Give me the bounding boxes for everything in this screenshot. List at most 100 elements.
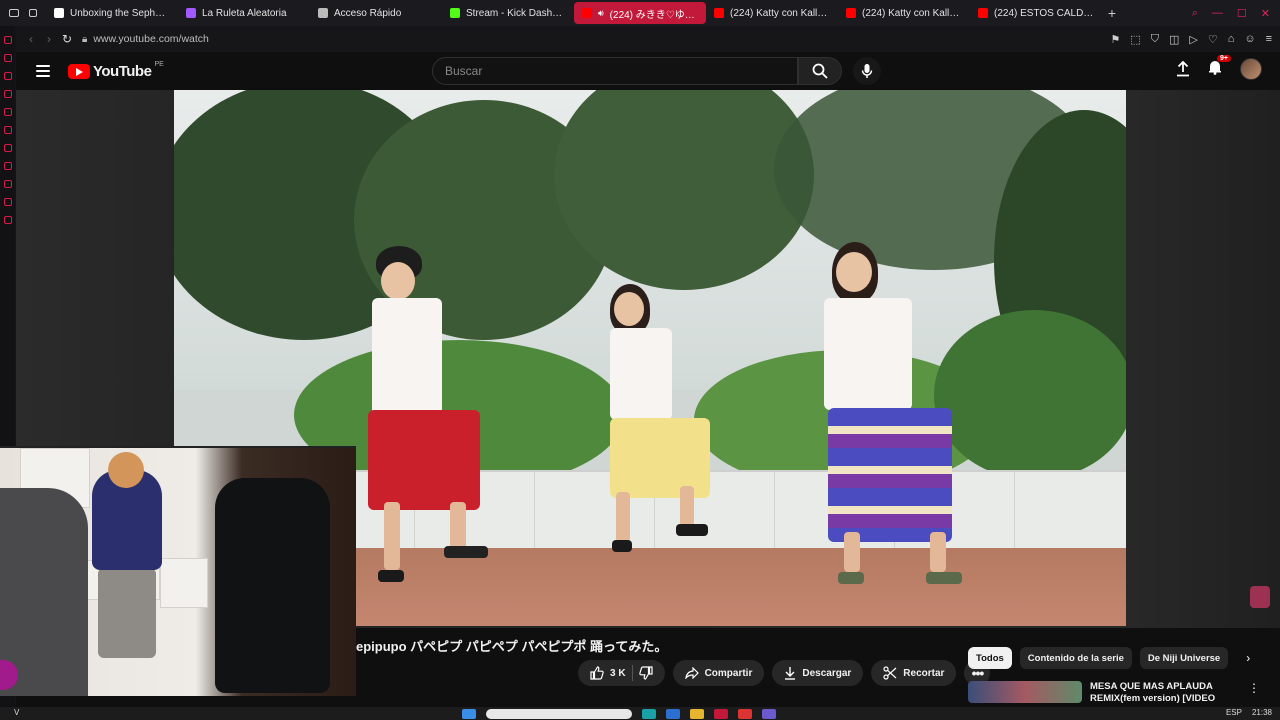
minimize-icon[interactable]: — — [1212, 7, 1223, 20]
new-tab-button[interactable]: + — [1102, 5, 1122, 21]
sidebar-toggle-icon[interactable] — [9, 9, 19, 17]
taskbar-app-icon[interactable] — [666, 708, 680, 719]
taskbar-app-icon[interactable] — [690, 708, 704, 719]
tab-list-icon[interactable] — [29, 9, 37, 17]
browser-tab[interactable]: (224) Katty con Kalle - Yo — [706, 2, 838, 24]
sidebar-app-icon[interactable] — [4, 90, 12, 98]
download-button[interactable]: Descargar — [772, 660, 864, 686]
grid-icon — [318, 8, 328, 18]
chip-channel[interactable]: De Niji Universe — [1139, 647, 1229, 669]
sidebar-app-icon[interactable] — [4, 126, 12, 134]
chip-all[interactable]: Todos — [968, 647, 1012, 669]
account-icon[interactable]: ☺ — [1244, 33, 1255, 46]
browser-tab-label: Stream - Kick Dashboard — [466, 7, 566, 19]
share-label: Compartir — [704, 667, 753, 679]
youtube-icon — [714, 8, 724, 18]
lock-outline-icon[interactable]: ⌂ — [1228, 33, 1235, 46]
window-controls: ⌕ — ☐ ✕ — [1192, 7, 1280, 20]
taskbar-left-label[interactable]: V — [14, 708, 19, 717]
search-input[interactable]: Buscar — [432, 57, 798, 85]
sidebar-app-icon[interactable] — [4, 198, 12, 206]
thumbs-down-icon[interactable] — [638, 666, 653, 680]
browser-tab[interactable]: (224) Katty con Kalle - Yo — [838, 2, 970, 24]
chip-series-content[interactable]: Contenido de la serie — [1019, 647, 1132, 669]
avatar[interactable] — [1240, 58, 1262, 80]
sidebar-app-icon[interactable] — [4, 36, 12, 44]
video-actions: 3 K Compartir Descargar Recortar ••• — [578, 660, 991, 686]
clock[interactable]: 21:38 — [1252, 708, 1272, 717]
upload-icon[interactable] — [1176, 61, 1190, 77]
like-dislike-group: 3 K — [578, 660, 665, 686]
voice-search-button[interactable] — [853, 57, 881, 85]
header-actions: 9+ — [1176, 54, 1262, 80]
share-icon — [684, 667, 699, 679]
taskbar-app-icon[interactable] — [738, 708, 752, 719]
search-button[interactable] — [798, 57, 842, 85]
taskbar-search[interactable] — [486, 708, 632, 719]
notifications-button[interactable]: 9+ — [1208, 54, 1231, 80]
search-icon — [812, 63, 828, 79]
address-bar-actions: ⚑ ⬚ ⛉ ◫ ▷ ♡ ⌂ ☺ ≡ — [1110, 33, 1280, 46]
youtube-icon — [978, 8, 988, 18]
sidebar-app-icon[interactable] — [4, 54, 12, 62]
thumbs-up-icon[interactable] — [590, 666, 604, 680]
more-vertical-icon[interactable]: ⋮ — [1248, 681, 1260, 703]
sidebar-app-icon[interactable] — [4, 108, 12, 116]
back-icon[interactable]: ‹ — [22, 32, 40, 46]
tiktok-icon — [54, 8, 64, 18]
taskbar-app-icon[interactable] — [642, 708, 656, 719]
browser-tab-label: (224) Katty con Kalle - Yo — [862, 7, 962, 19]
wallet-icon[interactable]: ◫ — [1169, 33, 1179, 46]
play-icon[interactable]: ▷ — [1189, 33, 1197, 46]
reload-icon[interactable]: ↻ — [58, 32, 76, 46]
share-button[interactable]: Compartir — [672, 660, 765, 686]
clip-button[interactable]: Recortar — [871, 660, 957, 686]
lock-icon[interactable]: 🔒︎ — [82, 34, 87, 45]
youtube-wordmark: YouTube — [93, 62, 152, 80]
sidebar-app-icon[interactable] — [4, 180, 12, 188]
close-window-icon[interactable]: ✕ — [1261, 7, 1270, 20]
browser-tab-label: (224) みきき♡ゆい♡Y — [609, 9, 698, 21]
bookmark-icon[interactable]: ⚑ — [1110, 33, 1120, 46]
sidebar-app-icon[interactable] — [4, 144, 12, 152]
windows-taskbar: V ESP 21:38 — [0, 707, 1280, 720]
search-tabs-icon[interactable]: ⌕ — [1192, 7, 1198, 20]
hamburger-menu-icon[interactable] — [36, 65, 50, 77]
sidebar-app-icon[interactable] — [4, 216, 12, 224]
recommended-thumbnail[interactable] — [968, 681, 1082, 703]
chevron-right-icon[interactable]: › — [1246, 651, 1250, 665]
speaker-icon[interactable]: 🔊︎ — [598, 8, 604, 19]
taskbar-app-icon[interactable] — [762, 708, 776, 719]
youtube-icon — [846, 8, 856, 18]
recommended-video[interactable]: MESA QUE MAS APLAUDA REMIX(fem version) … — [968, 681, 1268, 704]
sidebar-app-icon[interactable] — [4, 162, 12, 170]
browser-tab[interactable]: Acceso Rápido — [310, 2, 442, 24]
menu-icon[interactable]: ≡ — [1266, 33, 1272, 46]
browser-tab[interactable]: Stream - Kick Dashboard — [442, 2, 574, 24]
channel-watermark-icon[interactable] — [1250, 586, 1270, 608]
like-count[interactable]: 3 K — [610, 668, 626, 679]
browser-tab[interactable]: Unboxing the Sephora Ad — [46, 2, 178, 24]
taskbar-app-icon[interactable] — [714, 708, 728, 719]
browser-tab-label: (224) Katty con Kalle - Yo — [730, 7, 830, 19]
maximize-icon[interactable]: ☐ — [1237, 7, 1247, 20]
windows-start-icon[interactable] — [462, 708, 476, 719]
tab-list: Unboxing the Sephora Ad La Ruleta Aleator… — [46, 2, 1102, 24]
notification-badge: 9+ — [1217, 54, 1231, 62]
language-indicator[interactable]: ESP — [1226, 708, 1242, 717]
browser-tab-label: (224) ESTOS CALDOS TE — [994, 7, 1094, 19]
forward-icon[interactable]: › — [40, 32, 58, 46]
sidebar-app-icon[interactable] — [4, 72, 12, 80]
tab-strip-controls — [0, 0, 46, 26]
url-field[interactable]: www.youtube.com/watch — [93, 33, 209, 45]
shield-icon[interactable]: ⛉ — [1151, 33, 1159, 46]
youtube-logo[interactable]: YouTube PE — [68, 61, 164, 80]
heart-icon[interactable]: ♡ — [1208, 33, 1218, 46]
browser-tab[interactable]: 🔊︎ (224) みきき♡ゆい♡Y — [574, 2, 706, 24]
recommended-title[interactable]: MESA QUE MAS APLAUDA REMIX(fem version) … — [1090, 681, 1240, 704]
browser-tab[interactable]: (224) ESTOS CALDOS TE — [970, 2, 1102, 24]
browser-tab[interactable]: La Ruleta Aleatoria — [178, 2, 310, 24]
video-hedge — [934, 310, 1126, 480]
browser-tab-label: Unboxing the Sephora Ad — [70, 7, 170, 19]
screenshot-icon[interactable]: ⬚ — [1130, 33, 1140, 46]
